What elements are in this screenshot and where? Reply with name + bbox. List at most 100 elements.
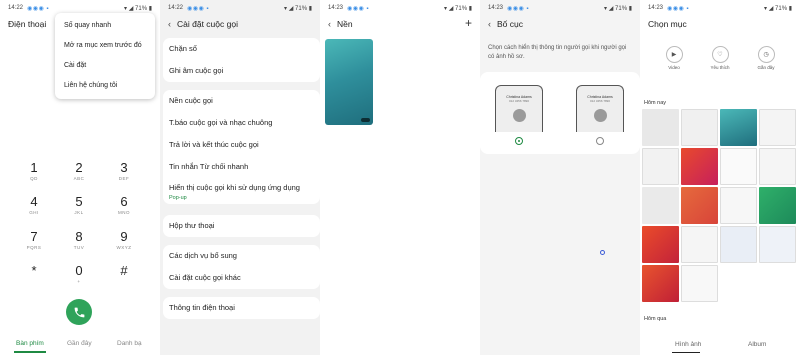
key-8[interactable]: 8 TUV	[59, 229, 99, 250]
row-subtitle: Pop-up	[169, 195, 187, 201]
key-digit: 9	[120, 229, 128, 244]
touch-indicator	[600, 250, 605, 255]
video-badge	[361, 118, 370, 122]
battery-indicator: ▾ ◢ 71% ▮	[764, 5, 792, 12]
menu-item-contact-us[interactable]: Liên hệ chúng tôi	[55, 76, 155, 96]
tab-keypad[interactable]: Bàn phím	[16, 340, 44, 347]
row-block-numbers[interactable]: Chặn số	[163, 38, 320, 60]
key-4[interactable]: 4 GHI	[14, 194, 54, 215]
battery-indicator: ▾ ◢ 71% ▮	[604, 5, 632, 12]
row-call-recording[interactable]: Ghi âm cuộc gọi	[163, 60, 320, 82]
battery-level: 71%	[615, 6, 628, 12]
battery-level: 71%	[775, 6, 788, 12]
dialer-screen: 14:22 ◉◉◉ ▪ ▾ ◢ 71% ▮ Điện thoại Số quay…	[0, 0, 160, 355]
key-3[interactable]: 3 DEF	[104, 160, 144, 181]
source-favorites[interactable]: ♡ Yêu thích	[707, 46, 733, 70]
battery-icon: ▮	[467, 6, 472, 12]
photo-thumbnail[interactable]	[681, 109, 718, 146]
photo-thumbnail[interactable]	[720, 226, 757, 263]
row-answer-end-calls[interactable]: Trả lời và kết thúc cuộc gọi	[163, 134, 320, 156]
row-supplementary-services[interactable]: Các dịch vụ bổ sung	[163, 245, 320, 267]
photo-thumbnail[interactable]	[759, 148, 796, 185]
layout-preview-2[interactable]: Christina Adams 012 3456 7890	[576, 85, 624, 132]
menu-item-open-previous-view[interactable]: Mở ra mục xem trước đó	[55, 36, 155, 56]
settings-group-4: Các dịch vụ bổ sung Cài đặt cuộc gọi khá…	[163, 245, 320, 289]
key-7[interactable]: 7 PQRS	[14, 229, 54, 250]
row-other-call-settings[interactable]: Cài đặt cuộc gọi khác	[163, 267, 320, 289]
layout-radio-1[interactable]	[515, 137, 523, 145]
row-phone-info[interactable]: Thông tin điện thoại	[163, 297, 320, 319]
photo-thumbnail[interactable]	[681, 148, 718, 185]
photo-thumbnail[interactable]	[720, 148, 757, 185]
status-bar: 14:22 ◉◉◉ ▪ ▾ ◢ 71% ▮	[160, 3, 320, 15]
layout-preview-1[interactable]: Christina Adams 012 3456 7890	[495, 85, 543, 132]
page-title: Chọn mục	[648, 19, 687, 29]
row-call-background[interactable]: Nền cuộc gọi	[163, 90, 320, 112]
tab-contacts[interactable]: Danh bạ	[117, 340, 142, 347]
row-call-alerts-ringtone[interactable]: T.báo cuộc gọi và nhạc chuông	[163, 112, 320, 134]
key-digit: 3	[120, 160, 128, 175]
battery-icon: ▮	[787, 6, 792, 12]
row-voicemail[interactable]: Hộp thư thoại	[163, 215, 320, 237]
key-digit: #	[120, 263, 128, 278]
photo-thumbnail[interactable]	[642, 148, 679, 185]
settings-group-2: Nền cuộc gọi T.báo cuộc gọi và nhạc chuô…	[163, 90, 320, 204]
key-2[interactable]: 2 ABC	[59, 160, 99, 181]
source-label: Video	[668, 65, 680, 70]
menu-item-speed-dial[interactable]: Số quay nhanh	[55, 16, 155, 36]
heart-icon: ♡	[711, 46, 729, 63]
notification-icons: ◉◉◉ ▪	[187, 6, 209, 12]
preview-phone: 012 3456 7890	[589, 99, 611, 103]
photo-thumbnail[interactable]	[642, 109, 679, 146]
background-thumbnail[interactable]	[325, 39, 373, 125]
photo-thumbnail[interactable]	[642, 265, 679, 302]
key-1[interactable]: 1 QD	[14, 160, 54, 181]
photo-thumbnail[interactable]	[681, 226, 718, 263]
key-digit: 4	[30, 194, 38, 209]
settings-group-1: Chặn số Ghi âm cuộc gọi	[163, 38, 320, 82]
photo-thumbnail[interactable]	[759, 226, 796, 263]
photo-thumbnail[interactable]	[642, 187, 679, 224]
battery-icon: ▮	[627, 6, 632, 12]
back-arrow-icon[interactable]: ‹	[328, 19, 331, 29]
battery-icon: ▮	[147, 6, 152, 12]
source-recent[interactable]: ◷ Gần đây	[753, 46, 779, 70]
row-call-display-in-apps[interactable]: Hiển thị cuộc gọi khi sử dụng ứng dụng P…	[163, 178, 320, 204]
tab-recents[interactable]: Gần đây	[67, 340, 92, 347]
photo-thumbnail[interactable]	[759, 187, 796, 224]
row-quick-decline-messages[interactable]: Tin nhắn Từ chối nhanh	[163, 156, 320, 178]
tab-albums[interactable]: Album	[748, 341, 766, 348]
screenshot-strip: 14:22 ◉◉◉ ▪ ▾ ◢ 71% ▮ Điện thoại Số quay…	[0, 0, 800, 355]
call-button[interactable]	[66, 299, 92, 325]
photo-thumbnail[interactable]	[642, 226, 679, 263]
menu-item-settings[interactable]: Cài đặt	[55, 56, 155, 76]
photo-thumbnail[interactable]	[681, 187, 718, 224]
add-icon[interactable]: +	[465, 16, 472, 30]
key-hash[interactable]: #	[104, 263, 144, 279]
photo-thumbnail[interactable]	[720, 187, 757, 224]
key-digit: 6	[120, 194, 128, 209]
key-digit: 8	[75, 229, 83, 244]
source-label: Gần đây	[757, 65, 775, 70]
app-title: Điện thoại	[8, 19, 47, 29]
tab-images[interactable]: Hình ảnh	[675, 341, 701, 348]
layout-radio-2[interactable]	[596, 137, 604, 145]
key-5[interactable]: 5 JKL	[59, 194, 99, 215]
key-star[interactable]: *	[14, 263, 54, 279]
key-letters: MNO	[118, 210, 130, 215]
photo-thumbnail[interactable]	[759, 109, 796, 146]
status-bar: 14:23 ◉◉◉ ▪ ▾ ◢ 71% ▮	[640, 3, 800, 15]
status-time: 14:22	[8, 5, 24, 11]
key-0[interactable]: 0 +	[59, 263, 99, 284]
back-arrow-icon[interactable]: ‹	[168, 19, 171, 29]
back-arrow-icon[interactable]: ‹	[488, 19, 491, 29]
key-9[interactable]: 9 WXYZ	[104, 229, 144, 250]
source-video[interactable]: ▶ Video	[661, 46, 687, 70]
signal-icon: ▾ ◢	[124, 6, 136, 12]
key-6[interactable]: 6 MNO	[104, 194, 144, 215]
screen-header: ‹ Nền	[328, 19, 353, 29]
photo-thumbnail[interactable]	[720, 109, 757, 146]
active-tab-indicator	[14, 351, 46, 353]
photo-thumbnail[interactable]	[681, 265, 718, 302]
avatar	[594, 109, 607, 122]
